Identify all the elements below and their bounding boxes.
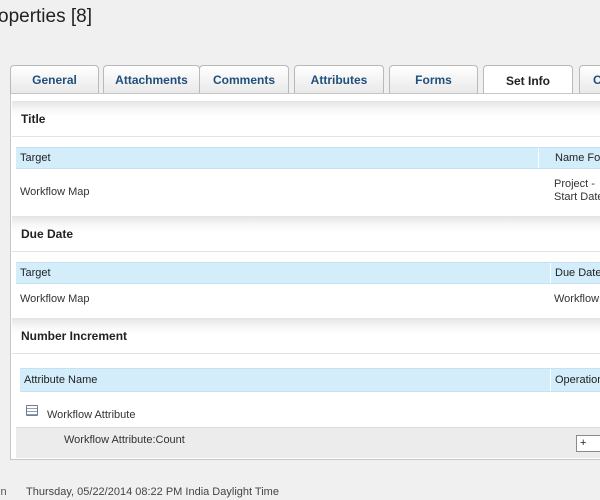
section-number-increment-heading: Number Increment	[12, 318, 600, 354]
tab-set-info[interactable]: Set Info	[483, 65, 573, 95]
due-date-row-value: Workflow	[554, 293, 600, 305]
number-increment-col-attribute-name: Attribute Name	[24, 374, 98, 386]
section-title-heading: Title	[12, 101, 600, 137]
tab-attachments[interactable]: Attachments	[103, 65, 200, 93]
tab-comments[interactable]: Comments	[199, 65, 289, 93]
title-row: Workflow Map Project - Start Date	[16, 174, 600, 210]
tab-forms[interactable]: Forms	[389, 65, 478, 93]
title-row-target: Workflow Map	[20, 186, 90, 198]
footer-left-text: in	[0, 486, 7, 498]
attribute-count-label: Workflow Attribute:Count	[64, 434, 185, 446]
number-increment-column-header: Attribute Name Operation	[20, 368, 600, 392]
title-row-value-line1: Project -	[554, 178, 595, 190]
attribute-count-row: Workflow Attribute:Count + ▼	[16, 427, 600, 458]
due-date-column-header: Target Due Date	[16, 262, 600, 284]
tab-bar: General Attachments Comments Attributes …	[10, 65, 600, 95]
title-row-value: Project - Start Date	[550, 174, 600, 210]
due-date-col-due-date: Due Date	[550, 263, 600, 283]
tab-general[interactable]: General	[10, 65, 99, 93]
title-col-name-format: Name For	[538, 148, 600, 168]
title-col-target: Target	[20, 152, 51, 164]
tab-attributes[interactable]: Attributes	[294, 65, 384, 93]
number-increment-col-operation: Operation	[550, 369, 600, 391]
title-column-header: Target Name For	[16, 147, 600, 169]
set-info-panel: Title Target Name For Workflow Map Proje…	[10, 93, 600, 460]
workflow-attribute-label: Workflow Attribute	[47, 409, 136, 421]
tab-partial[interactable]: C	[579, 65, 600, 93]
due-date-col-target: Target	[20, 267, 51, 279]
due-date-row-target: Workflow Map	[20, 293, 90, 305]
title-row-value-line2: Start Date	[554, 191, 600, 203]
footer-timestamp: Thursday, 05/22/2014 08:22 PM India Dayl…	[26, 486, 279, 498]
operation-select[interactable]: + ▼	[576, 435, 600, 452]
page-title: operties [8]	[0, 6, 92, 27]
due-date-row: Workflow Map Workflow	[16, 289, 600, 315]
operation-select-value: +	[580, 437, 587, 449]
section-due-date-heading: Due Date	[12, 216, 600, 252]
attribute-icon	[26, 405, 38, 416]
